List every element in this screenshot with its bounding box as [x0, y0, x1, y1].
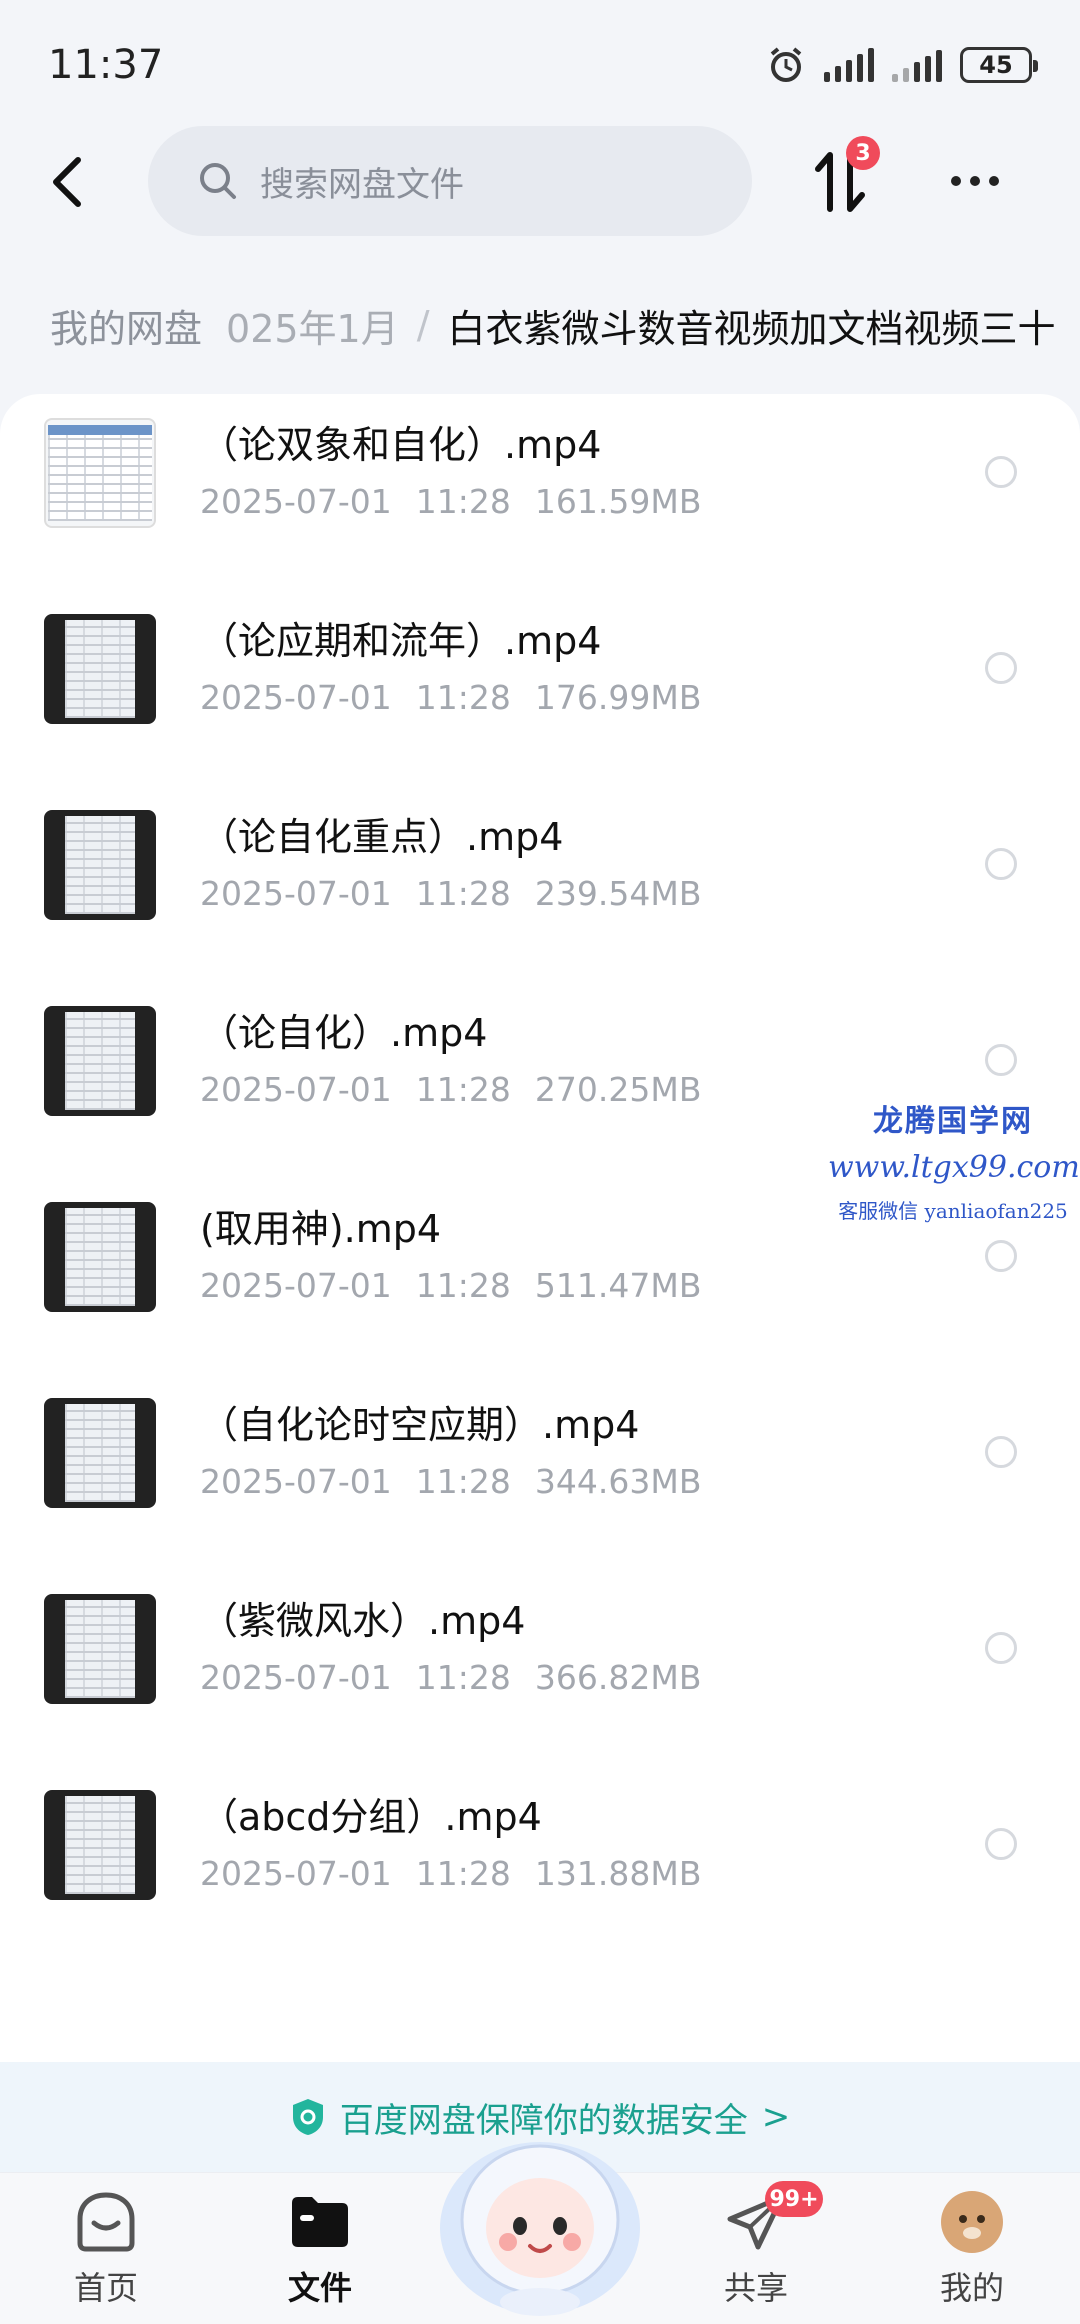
select-checkbox[interactable] — [985, 848, 1017, 880]
transfer-button[interactable]: 3 — [800, 136, 880, 222]
breadcrumb-root[interactable]: 我的网盘 — [50, 298, 202, 353]
signal-icon — [824, 48, 874, 82]
file-name: （论双象和自化）.mp4 — [200, 423, 602, 467]
video-thumbnail — [44, 614, 156, 724]
nav-share[interactable]: 99+ 共享 — [696, 2181, 823, 2317]
header: 搜索网盘文件 3 — [0, 126, 1080, 238]
home-icon — [71, 2187, 141, 2257]
folder-icon — [285, 2187, 355, 2257]
nav-files[interactable]: 文件 — [260, 2187, 380, 2317]
video-thumbnail — [44, 418, 156, 528]
select-checkbox[interactable] — [985, 1632, 1017, 1664]
watermark: 龙腾国学网 www.ltgx99.com 客服微信 yanliaofan225 — [828, 1096, 1080, 1224]
select-checkbox[interactable] — [985, 1044, 1017, 1076]
file-name: （论自化）.mp4 — [200, 1011, 488, 1055]
file-name: （自化论时空应期）.mp4 — [200, 1403, 640, 1447]
watermark-contact: 客服微信 yanliaofan225 — [838, 1199, 1068, 1223]
nav-label: 文件 — [287, 2269, 352, 2307]
select-checkbox[interactable] — [985, 652, 1017, 684]
file-name: （论自化重点）.mp4 — [200, 815, 564, 859]
search-placeholder: 搜索网盘文件 — [260, 164, 464, 205]
breadcrumb: 我的网盘 025年1月 / 白衣紫微斗数音视频加文档视频三十 — [0, 290, 1080, 360]
signal-icon — [892, 48, 942, 82]
video-thumbnail — [44, 1790, 156, 1900]
paper-plane-icon: 99+ — [721, 2181, 823, 2257]
select-checkbox[interactable] — [985, 1240, 1017, 1272]
video-thumbnail — [44, 810, 156, 920]
list-item[interactable]: （论自化重点）.mp4 2025-07-01 11:28 239.54MB — [0, 786, 1080, 982]
chevron-left-icon — [53, 157, 81, 207]
list-item[interactable]: （紫微风水）.mp4 2025-07-01 11:28 366.82MB — [0, 1570, 1080, 1766]
breadcrumb-middle[interactable]: 025年1月 — [226, 298, 399, 353]
file-name: （论应期和流年）.mp4 — [200, 619, 602, 663]
file-meta: 2025-07-01 11:28 366.82MB — [200, 1658, 702, 1697]
watermark-url: www.ltgx99.com — [828, 1150, 1080, 1185]
select-checkbox[interactable] — [985, 1828, 1017, 1860]
mascot-button[interactable] — [432, 2116, 648, 2316]
nav-profile[interactable]: 我的 — [912, 2187, 1032, 2317]
search-input[interactable]: 搜索网盘文件 — [148, 126, 752, 236]
nav-label: 共享 — [723, 2269, 788, 2307]
mascot-icon — [440, 2142, 640, 2316]
shield-icon — [292, 2099, 323, 2135]
file-list: （论双象和自化）.mp4 2025-07-01 11:28 161.59MB （论应… — [0, 394, 1080, 2074]
file-meta: 2025-07-01 11:28 344.63MB — [200, 1462, 702, 1501]
file-name: （紫微风水）.mp4 — [200, 1599, 526, 1643]
file-meta: 2025-07-01 11:28 161.59MB — [200, 482, 702, 521]
list-item[interactable]: （论双象和自化）.mp4 2025-07-01 11:28 161.59MB — [0, 394, 1080, 590]
transfer-badge: 3 — [846, 136, 880, 170]
video-thumbnail — [44, 1006, 156, 1116]
status-time: 11:37 — [48, 42, 164, 88]
file-meta: 2025-07-01 11:28 176.99MB — [200, 678, 702, 717]
alarm-icon — [770, 47, 802, 82]
file-meta: 2025-07-01 11:28 270.25MB — [200, 1070, 702, 1109]
more-button[interactable] — [935, 156, 1015, 206]
breadcrumb-current: 白衣紫微斗数音视频加文档视频三十 — [447, 306, 1056, 351]
video-thumbnail — [44, 1202, 156, 1312]
video-thumbnail — [44, 1398, 156, 1508]
file-name: (取用神).mp4 — [200, 1207, 442, 1251]
chevron-right-icon: > — [761, 2097, 791, 2137]
file-meta: 2025-07-01 11:28 239.54MB — [200, 874, 702, 913]
nav-label: 首页 — [73, 2269, 138, 2307]
file-meta: 2025-07-01 11:28 511.47MB — [200, 1266, 702, 1305]
nav-home[interactable]: 首页 — [46, 2187, 166, 2317]
breadcrumb-separator: / — [416, 303, 430, 347]
video-thumbnail — [44, 1594, 156, 1704]
status-icons: 45 — [766, 45, 1038, 85]
select-checkbox[interactable] — [985, 1436, 1017, 1468]
list-item[interactable]: （abcd分组）.mp4 2025-07-01 11:28 131.88MB — [0, 1766, 1080, 1962]
search-icon — [200, 163, 236, 199]
list-item[interactable]: （自化论时空应期）.mp4 2025-07-01 11:28 344.63MB — [0, 1374, 1080, 1570]
more-icon — [951, 176, 961, 186]
battery-icon: 45 — [960, 47, 1038, 83]
share-badge: 99+ — [765, 2181, 823, 2217]
select-checkbox[interactable] — [985, 456, 1017, 488]
watermark-title: 龙腾国学网 — [873, 1104, 1033, 1139]
file-meta: 2025-07-01 11:28 131.88MB — [200, 1854, 702, 1893]
back-button[interactable] — [36, 150, 100, 214]
avatar-icon — [937, 2187, 1007, 2257]
nav-label: 我的 — [939, 2269, 1004, 2307]
list-item[interactable]: （论应期和流年）.mp4 2025-07-01 11:28 176.99MB — [0, 590, 1080, 786]
status-bar: 11:37 45 — [0, 0, 1080, 130]
file-name: （abcd分组）.mp4 — [200, 1795, 542, 1839]
